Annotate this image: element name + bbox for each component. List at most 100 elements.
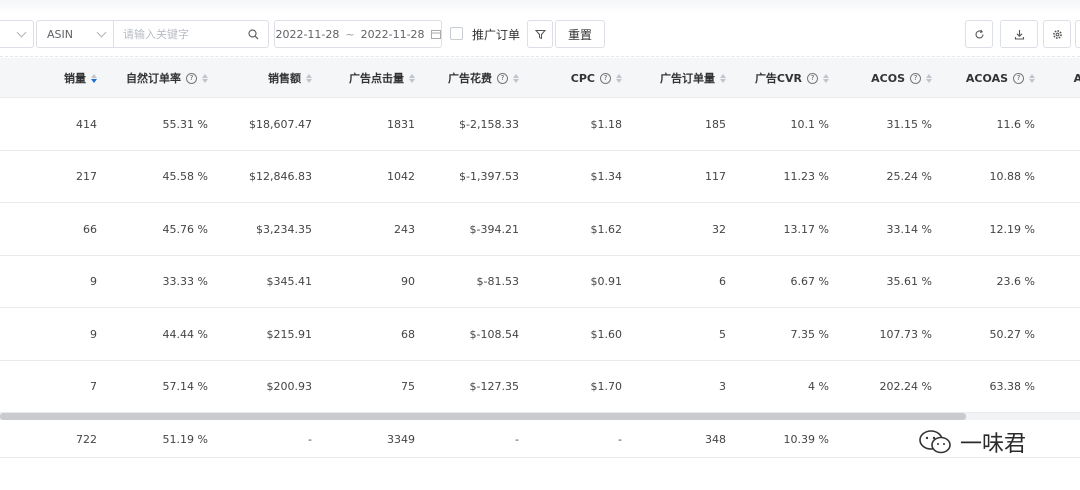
watermark: 一味君 [918, 426, 1026, 458]
table-cell: $18,607.47 [249, 117, 312, 131]
left-select[interactable] [0, 20, 34, 48]
sort-icon[interactable] [616, 73, 622, 83]
sort-icon[interactable] [926, 73, 932, 83]
table-cell: 5 [719, 327, 726, 341]
table-cell: 202.24 % [879, 380, 932, 393]
reset-button[interactable]: 重置 [555, 20, 605, 48]
column-header-label: 销量 [64, 72, 86, 85]
sort-desc-icon[interactable] [306, 78, 312, 83]
sort-desc-icon[interactable] [1029, 78, 1035, 83]
overflow-button[interactable] [1075, 20, 1080, 48]
column-header[interactable]: 销量 [64, 58, 97, 98]
column-header[interactable]: 广告CVR? [755, 58, 829, 98]
help-icon[interactable]: ? [1013, 72, 1024, 84]
help-icon[interactable]: ? [807, 72, 818, 84]
table-row: 414 55.31 % $18,607.47 1831 $-2,158.33 $1.18 1… [0, 98, 1080, 151]
column-header-label: ACOS [871, 71, 905, 85]
asin-select[interactable]: ASIN [36, 20, 114, 48]
filter-button[interactable] [527, 20, 553, 48]
help-icon[interactable]: ? [186, 72, 197, 84]
chevron-down-icon [16, 27, 27, 37]
column-header[interactable]: ACOS? [871, 58, 932, 98]
table-cell: $-81.53 [476, 275, 519, 288]
search-placeholder: 请输入关键字 [123, 28, 189, 41]
sort-asc-icon[interactable] [1029, 73, 1035, 78]
download-button[interactable] [1000, 20, 1038, 48]
table-cell: 6 [719, 275, 726, 288]
sort-icon[interactable] [409, 73, 415, 83]
settings-button[interactable] [1043, 20, 1071, 48]
column-header-label: 广告CVR [754, 72, 802, 85]
horizontal-scrollbar[interactable] [0, 413, 1080, 420]
search-input[interactable]: 请输入关键字 [113, 20, 269, 48]
table-cell: 45.76 % [162, 222, 208, 236]
promo-order-label: 推广订单 [472, 28, 521, 42]
table-cell: 35.61 % [886, 275, 932, 288]
column-header[interactable]: 自然订单率? [126, 58, 208, 98]
table-cell: 12.19 % [989, 222, 1035, 236]
sort-asc-icon[interactable] [616, 73, 622, 78]
sort-asc-icon[interactable] [202, 73, 208, 78]
sort-icon[interactable] [306, 73, 312, 83]
sort-desc-icon[interactable] [823, 78, 829, 83]
sort-asc-icon[interactable] [409, 73, 415, 78]
column-header[interactable]: CPC? [571, 58, 622, 98]
sort-desc-icon[interactable] [409, 78, 415, 83]
sort-desc-icon[interactable] [926, 78, 932, 83]
search-icon[interactable] [248, 28, 259, 40]
sort-asc-icon[interactable] [926, 73, 932, 78]
table-cell: $200.93 [266, 380, 313, 393]
table-header: 销量 自然订单率? 销售额 广告点击量 广告花费? CPC? 广告订单量 广告CVR? ACOS… [0, 58, 1080, 98]
sort-asc-icon[interactable] [513, 73, 519, 78]
table-cell: 10.88 % [989, 170, 1035, 183]
promo-order-checkbox[interactable] [450, 27, 463, 40]
sort-desc-icon[interactable] [202, 78, 208, 83]
table-cell: $-1,397.53 [459, 170, 519, 183]
total-cell: 348 [705, 432, 726, 446]
table-cell: 414 [76, 117, 97, 131]
top-strip [0, 0, 1080, 14]
date-range-picker[interactable]: 2022-11-28 ~ 2022-11-28 [274, 20, 442, 48]
help-icon[interactable]: ? [600, 72, 611, 84]
table-cell: $-394.21 [469, 222, 519, 236]
help-icon[interactable]: ? [910, 72, 921, 84]
column-header[interactable]: 广告花费? [448, 58, 519, 98]
sort-desc-icon[interactable] [513, 78, 519, 83]
help-icon[interactable]: ? [497, 72, 508, 84]
column-header-label: 销售额 [268, 72, 301, 85]
column-header[interactable]: 广告订单量 [660, 58, 726, 98]
total-cell: - [618, 432, 622, 446]
scrollbar-thumb[interactable] [0, 413, 966, 420]
total-cell: 51.19 % [162, 432, 208, 446]
column-header[interactable]: ACOAS? [966, 58, 1035, 98]
table-cell: 66 [83, 222, 97, 236]
sort-asc-icon[interactable] [91, 73, 97, 78]
sort-icon[interactable] [91, 73, 97, 83]
column-header[interactable]: 广告点击量 [349, 58, 415, 98]
table-cell: 45.58 % [162, 170, 208, 183]
column-header[interactable]: AS [1074, 58, 1080, 98]
table-cell: 9 [90, 275, 97, 288]
filter-icon [534, 29, 546, 39]
sort-icon[interactable] [823, 73, 829, 83]
sort-asc-icon[interactable] [306, 73, 312, 78]
sort-icon[interactable] [513, 73, 519, 83]
watermark-text: 一味君 [960, 432, 1027, 457]
sort-desc-icon[interactable] [91, 78, 97, 83]
sort-icon[interactable] [720, 73, 726, 83]
table-cell: $345.41 [266, 275, 313, 288]
toolbar: ASIN 请输入关键字 2022-11-28 ~ 2022-11-28 推广订单 [0, 20, 1080, 48]
sort-asc-icon[interactable] [720, 73, 726, 78]
sort-icon[interactable] [1029, 73, 1035, 83]
table-cell: 117 [705, 170, 726, 183]
sort-desc-icon[interactable] [720, 78, 726, 83]
table-cell: $3,234.35 [256, 222, 312, 236]
table-cell: $12,846.83 [249, 170, 312, 183]
sort-icon[interactable] [202, 73, 208, 83]
table-cell: 23.6 % [996, 275, 1035, 288]
sort-asc-icon[interactable] [823, 73, 829, 78]
table-row: 7 57.14 % $200.93 75 $-127.35 $1.70 3 4 % 202.24… [0, 361, 1080, 413]
sort-desc-icon[interactable] [616, 78, 622, 83]
column-header[interactable]: 销售额 [268, 58, 312, 98]
refresh-button[interactable] [965, 20, 993, 48]
